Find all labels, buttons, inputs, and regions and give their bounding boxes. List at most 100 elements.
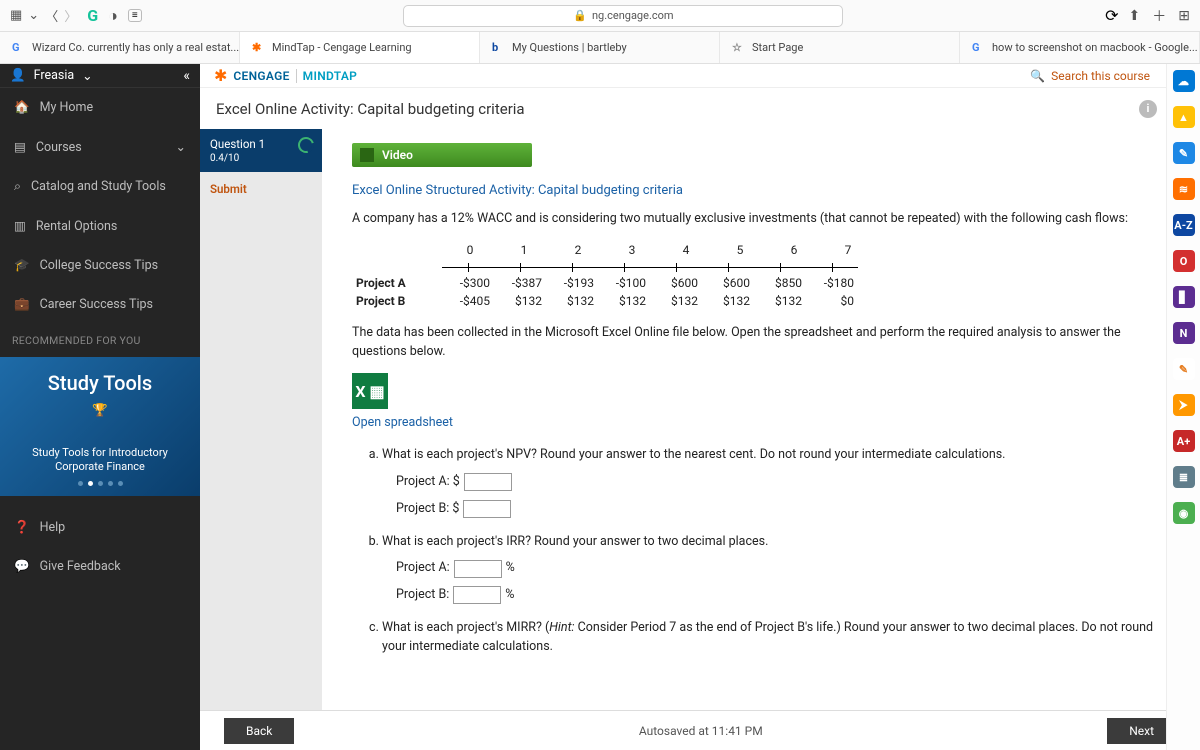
qc-hint: Hint: [549,620,574,635]
cashflow-cell: -$405 [442,292,494,310]
back-button[interactable]: Back [224,718,294,744]
browser-tab[interactable]: ✱MindTap - Cengage Learning [240,32,480,63]
user-chevron-icon: ⌄ [82,68,92,84]
activity-workspace: Video Excel Online Structured Activity: … [322,129,1200,710]
rail-app-icon[interactable]: ◉ [1173,502,1195,524]
rail-app-icon[interactable]: O [1173,250,1195,272]
new-tab-icon[interactable]: ＋ [1152,6,1166,26]
rail-app-icon[interactable]: ≣ [1173,466,1195,488]
sidebar-item-feedback[interactable]: 💬 Give Feedback [0,547,200,586]
shield-icon[interactable]: ◑ [108,6,118,26]
tab-label: how to screenshot on macbook - Google... [992,41,1198,54]
user-icon: 👤 [10,68,26,83]
video-icon [360,148,374,162]
nav-label: Courses [36,140,82,155]
nav-back-icon[interactable]: 〈 [45,6,58,25]
course-search[interactable]: 🔍 Search this course [1030,69,1150,83]
recommended-label: RECOMMENDED FOR YOU [0,324,200,357]
recommended-card[interactable]: Study Tools 🏆 Study Tools for Introducto… [0,357,200,496]
submit-button[interactable]: Submit [200,172,322,206]
reload-icon[interactable]: ⟳ [1105,6,1118,25]
qb-unit-b: % [505,586,514,605]
rail-app-icon[interactable]: A-Z [1173,214,1195,236]
browser-tabstrip: G Wizard Co. currently has only a real es… [0,32,1200,64]
share-icon[interactable]: ⬆ [1129,8,1141,24]
nav-label: Career Success Tips [40,297,153,312]
cashflow-cell: -$300 [442,274,494,292]
qb-input-b[interactable] [453,586,501,604]
carousel-dots[interactable] [12,481,188,486]
rail-app-icon[interactable]: ▋ [1173,286,1195,308]
cashflow-cell: $850 [754,274,806,292]
panel-chevron-icon[interactable]: ⌄ [28,8,39,23]
excel-icon[interactable]: X ▦ [352,373,388,409]
rail-app-icon[interactable]: ☁ [1173,70,1195,92]
cashflow-row: Project B-$405$132$132$132$132$132$132$0 [352,292,858,310]
qb-label-b: Project B: [396,586,449,605]
collapse-sidebar-icon[interactable]: « [183,68,190,84]
rail-app-icon[interactable]: A+ [1173,430,1195,452]
sidebar-item[interactable]: ▥Rental Options [0,206,200,246]
cashflow-cell: $0 [806,292,858,310]
sidebar-item-help[interactable]: ❓ Help [0,508,200,547]
nav-label: Rental Options [36,219,118,234]
browser-tab[interactable]: Ghow to screenshot on macbook - Google..… [960,32,1200,63]
nav-icon: 🎓 [14,258,30,273]
reader-icon[interactable]: ≡ [128,9,142,22]
page-title: Excel Online Activity: Capital budgeting… [216,100,525,118]
favicon-icon: G [972,41,986,55]
period-label: 6 [768,243,820,261]
favicon-icon: ☆ [732,41,746,55]
period-label: 5 [714,243,766,261]
browser-tab[interactable]: GWizard Co. currently has only a real es… [0,32,240,63]
period-labels: 01234567 [442,241,876,263]
sidebar-item[interactable]: ▤Courses⌄ [0,127,200,167]
qb-text: What is each project's IRR? Round your a… [382,534,768,549]
qa-project-b-row: Project B: $ [396,500,1170,519]
question-box[interactable]: Question 1 0.4/10 [200,129,322,172]
rail-app-icon[interactable]: ⮞ [1173,394,1195,416]
app-rail: ☁ ▲ ✎ ≋ A-Z O ▋ N ✎ ⮞ A+ ≣ ◉ [1166,64,1200,750]
tab-label: Wizard Co. currently has only a real est… [32,41,239,54]
grammarly-icon[interactable]: G [87,6,98,25]
cashflow-cell: -$387 [494,274,546,292]
question-a: What is each project's NPV? Round your a… [382,446,1170,518]
rail-app-icon[interactable]: ✎ [1173,358,1195,380]
panel-icon[interactable]: ▦ [10,8,22,23]
card-title: Study Tools [12,371,188,395]
cashflow-row: Project A-$300-$387-$193-$100$600$600$85… [352,274,858,292]
cashflow-cell: -$100 [598,274,650,292]
browser-tab[interactable]: bMy Questions | bartleby [480,32,720,63]
help-icon: ❓ [14,520,30,535]
rail-app-icon[interactable]: ✎ [1173,142,1195,164]
info-icon[interactable]: i [1139,100,1157,118]
user-menu[interactable]: 👤 Freasia ⌄ « [0,64,200,88]
qa-input-a[interactable] [464,473,512,491]
qa-input-b[interactable] [463,500,511,518]
qb-input-a[interactable] [454,560,502,578]
rail-app-icon[interactable]: ▲ [1173,106,1195,128]
favicon-icon: b [492,41,506,55]
qa-label-b: Project B: $ [396,500,459,519]
url-bar[interactable]: 🔒 ng.cengage.com [403,5,843,27]
qc-text-pre: What is each project's MIRR? ( [382,620,549,635]
instructions-text: The data has been collected in the Micro… [352,324,1170,362]
sidebar-item[interactable]: 🎓College Success Tips [0,246,200,285]
sidebar-item[interactable]: 💼Career Success Tips [0,285,200,324]
rail-app-icon[interactable]: ≋ [1173,178,1195,200]
lock-icon: 🔒 [573,9,587,22]
browser-toolbar: ▦ ⌄ 〈 〉 G ◑ ≡ 🔒 ng.cengage.com ⟳ ⬆ ＋ ⊞ [0,0,1200,32]
open-spreadsheet-link[interactable]: Open spreadsheet [352,415,1170,430]
sidebar-item[interactable]: 🏠My Home [0,88,200,127]
browser-tab[interactable]: ☆Start Page [720,32,960,63]
question-number: Question 1 [210,137,265,151]
cashflow-cell: $132 [650,292,702,310]
brand-cengage: CENGAGE [233,69,289,83]
autosave-status: Autosaved at 11:41 PM [294,724,1107,738]
question-nav: Question 1 0.4/10 Submit [200,129,322,710]
sidebar-item[interactable]: ⌕Catalog and Study Tools [0,167,200,206]
nav-fwd-icon[interactable]: 〉 [64,6,77,25]
rail-app-icon[interactable]: N [1173,322,1195,344]
video-button[interactable]: Video [352,143,532,167]
tabs-overview-icon[interactable]: ⊞ [1178,8,1190,24]
